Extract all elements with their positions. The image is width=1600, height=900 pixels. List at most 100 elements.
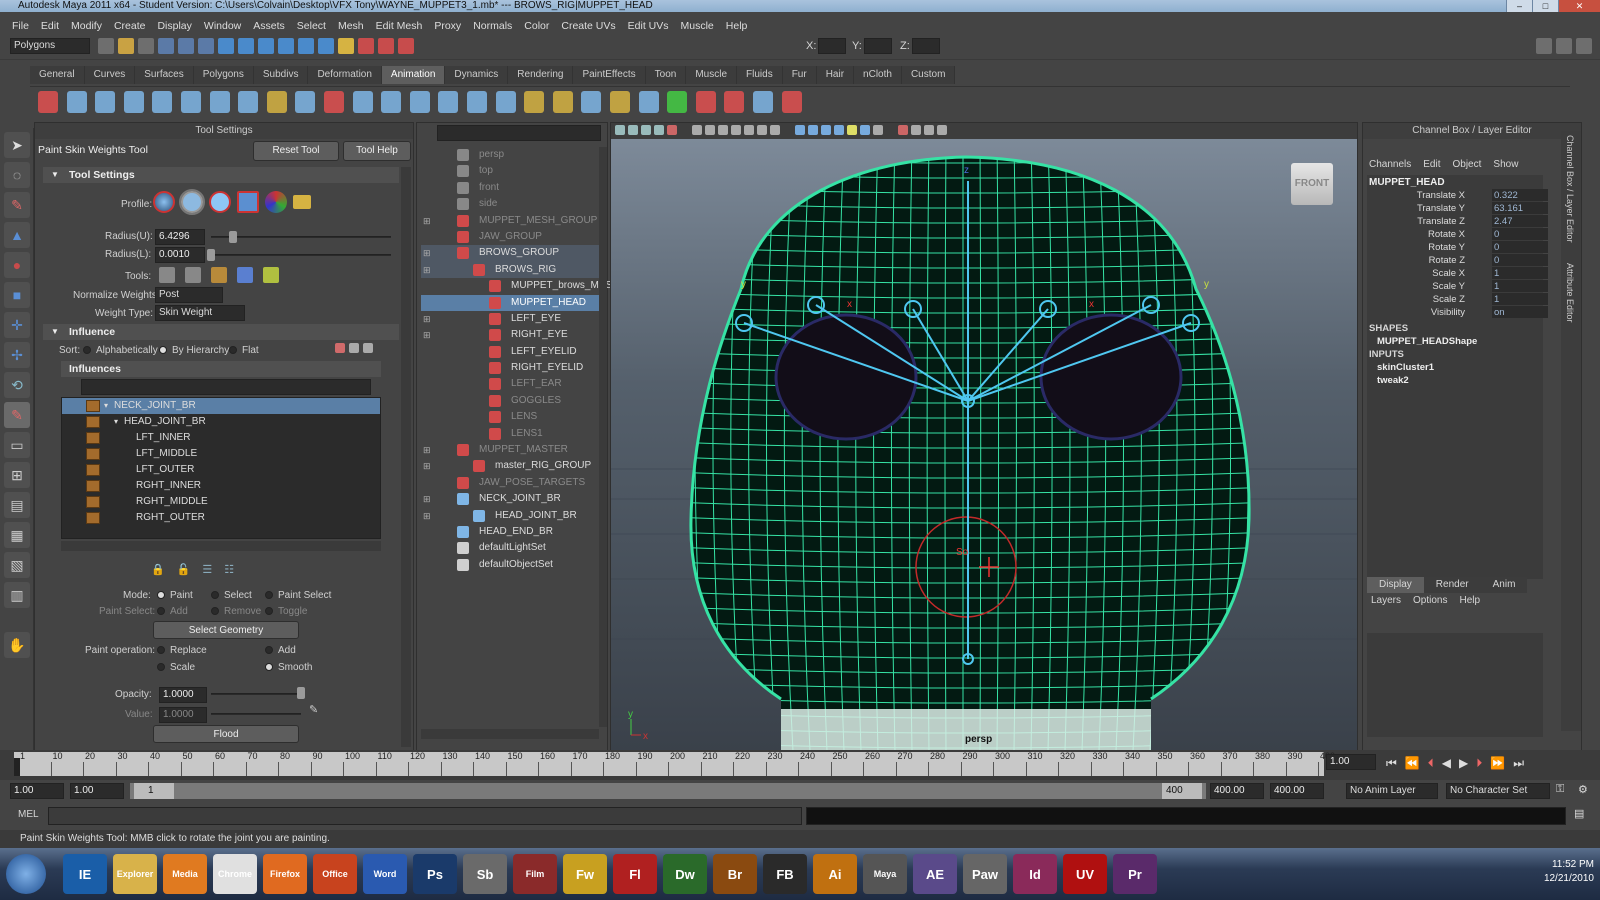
- show-manip-icon[interactable]: ⟲: [4, 372, 30, 398]
- shelf-tab-fur[interactable]: Fur: [782, 66, 817, 84]
- shelf-tool-icon[interactable]: [552, 91, 573, 113]
- select-object-icon[interactable]: [178, 38, 194, 54]
- close-button[interactable]: ✕: [1558, 0, 1600, 12]
- shape-name[interactable]: MUPPET_HEADShape: [1377, 336, 1477, 347]
- shelf-tab-hair[interactable]: Hair: [816, 66, 855, 84]
- move-tool-icon[interactable]: ▲: [4, 222, 30, 248]
- menu-edit-uvs[interactable]: Edit UVs: [622, 18, 675, 34]
- radius-u-field[interactable]: 6.4296: [155, 229, 205, 245]
- shelf-tool-icon[interactable]: [324, 91, 344, 113]
- toggle-tool-settings-icon[interactable]: [1556, 38, 1572, 54]
- four-pane-layout-icon[interactable]: ⊞: [4, 462, 30, 488]
- single-pane-layout-icon[interactable]: ▭: [4, 432, 30, 458]
- shelf-tool-icon[interactable]: [152, 91, 173, 113]
- sort-options-icon[interactable]: [349, 343, 359, 353]
- menu-assets[interactable]: Assets: [247, 18, 291, 34]
- taskbar-app-firefox[interactable]: Firefox: [263, 854, 307, 894]
- shelf-tab-muscle[interactable]: Muscle: [686, 66, 738, 84]
- flood-button[interactable]: Flood: [153, 725, 299, 743]
- smooth-shade-icon[interactable]: [808, 125, 818, 135]
- menu-proxy[interactable]: Proxy: [428, 18, 467, 34]
- snap-point-icon[interactable]: [258, 38, 274, 54]
- weight-hammer-icon[interactable]: [211, 267, 227, 283]
- influence-item[interactable]: RGHT_MIDDLE: [62, 494, 380, 510]
- outliner-item-side[interactable]: side: [421, 196, 599, 212]
- taskbar-app-maya[interactable]: Maya: [863, 854, 907, 894]
- sort-by-hierarchy[interactable]: By Hierarchy: [159, 345, 229, 356]
- paint-op-replace[interactable]: Replace: [157, 645, 207, 656]
- rotate-tool-icon[interactable]: ●: [4, 252, 30, 278]
- xray-icon[interactable]: [873, 125, 883, 135]
- shelf-tab-deformation[interactable]: Deformation: [308, 66, 382, 84]
- influence-item[interactable]: LFT_OUTER: [62, 462, 380, 478]
- manipulator-icon[interactable]: ✛: [4, 312, 30, 338]
- influence-filter-input[interactable]: [81, 379, 371, 395]
- shelf-tool-icon[interactable]: [724, 91, 745, 113]
- channel-attr-value[interactable]: 1: [1492, 267, 1548, 279]
- taskbar-app-fw[interactable]: Fw: [563, 854, 607, 894]
- image-brush-icon[interactable]: [265, 191, 287, 213]
- channel-attr-value[interactable]: 0.322: [1492, 189, 1548, 201]
- grid-toggle-icon[interactable]: [692, 125, 702, 135]
- step-back-frame-icon[interactable]: ⏴: [1428, 756, 1434, 771]
- taskbar-app-br[interactable]: Br: [713, 854, 757, 894]
- shelf-tab-ncloth[interactable]: nCloth: [854, 66, 902, 84]
- outliner-item-muppet-mesh-group[interactable]: ⊞ MUPPET_MESH_GROUP: [421, 213, 599, 229]
- mode-paint[interactable]: Paint: [157, 590, 193, 601]
- open-scene-icon[interactable]: [118, 38, 134, 54]
- radius-u-slider[interactable]: [211, 236, 391, 238]
- select-hierarchy-icon[interactable]: [158, 38, 174, 54]
- tool-settings-scrollbar[interactable]: [401, 167, 411, 747]
- outliner-scrollbar[interactable]: [599, 147, 607, 727]
- taskbar-app-uv[interactable]: UV: [1063, 854, 1107, 894]
- influence-item[interactable]: LFT_INNER: [62, 430, 380, 446]
- channel-attr-value[interactable]: 0: [1492, 254, 1548, 266]
- shelf-tool-icon[interactable]: [581, 91, 602, 113]
- opacity-knob[interactable]: [297, 687, 305, 699]
- outliner-item-master-rig-group[interactable]: ⊞ master_RIG_GROUP: [421, 458, 599, 474]
- shelf-tab-rendering[interactable]: Rendering: [508, 66, 574, 84]
- outliner-layout-icon[interactable]: ▤: [4, 492, 30, 518]
- sort-list-icon[interactable]: [363, 343, 373, 353]
- expand-toggle-icon[interactable]: ⊞: [423, 458, 431, 474]
- shelf-tool-icon[interactable]: [638, 91, 659, 113]
- expand-arrow-icon[interactable]: ▾: [114, 414, 118, 430]
- taskbar-app-office[interactable]: Office: [313, 854, 357, 894]
- channel-attr-value[interactable]: 0: [1492, 228, 1548, 240]
- value-field[interactable]: 1.0000: [159, 707, 207, 723]
- input-skincluster[interactable]: skinCluster1: [1377, 362, 1434, 373]
- paint-skin-weights-icon[interactable]: ✎: [4, 402, 30, 428]
- channel-menu-channels[interactable]: Channels: [1369, 159, 1411, 170]
- paste-weights-icon[interactable]: [185, 267, 201, 283]
- safe-title-icon[interactable]: [770, 125, 780, 135]
- menu-select[interactable]: Select: [291, 18, 332, 34]
- radius-l-field[interactable]: 0.0010: [155, 247, 205, 263]
- mode-select[interactable]: Select: [211, 590, 252, 601]
- new-scene-icon[interactable]: [98, 38, 114, 54]
- step-back-key-icon[interactable]: ⏪: [1405, 756, 1420, 771]
- shelf-tool-icon[interactable]: [238, 91, 259, 113]
- outliner-item-defaultobjectset[interactable]: defaultObjectSet: [421, 557, 599, 573]
- outliner-item-left-eye[interactable]: ⊞ LEFT_EYE: [421, 311, 599, 327]
- outliner-item-defaultlightset[interactable]: defaultLightSet: [421, 540, 599, 556]
- sort-flat[interactable]: Flat: [229, 345, 259, 356]
- influence-color-swatch[interactable]: [86, 400, 100, 412]
- influence-color-swatch[interactable]: [86, 480, 100, 492]
- z-field[interactable]: [912, 38, 940, 54]
- list-icon[interactable]: ☰: [202, 563, 212, 576]
- shelf-tab-toon[interactable]: Toon: [645, 66, 687, 84]
- current-frame-field[interactable]: 1.00: [1326, 754, 1376, 770]
- end-time-field[interactable]: 400.00: [1270, 783, 1324, 799]
- custom-layout-icon[interactable]: ▥: [4, 582, 30, 608]
- taskbar-app-pr[interactable]: Pr: [1113, 854, 1157, 894]
- expand-toggle-icon[interactable]: ⊞: [423, 213, 431, 229]
- outliner-item-muppet-master[interactable]: ⊞ MUPPET_MASTER: [421, 442, 599, 458]
- time-slider[interactable]: 1 10 20 30 40 50 60 70 80 90 100 110 120 130 140 150 160…: [0, 750, 1600, 780]
- minimize-button[interactable]: –: [1506, 0, 1532, 12]
- shelf-tool-icon[interactable]: [610, 91, 630, 113]
- taskbar-app-explorer[interactable]: Explorer: [113, 854, 157, 894]
- shelf-tool-icon[interactable]: [667, 91, 688, 113]
- taskbar-app-paw[interactable]: Paw: [963, 854, 1007, 894]
- channel-attr-row[interactable]: Translate Z 2.47: [1367, 215, 1548, 228]
- play-forwards-icon[interactable]: ▶: [1459, 756, 1468, 771]
